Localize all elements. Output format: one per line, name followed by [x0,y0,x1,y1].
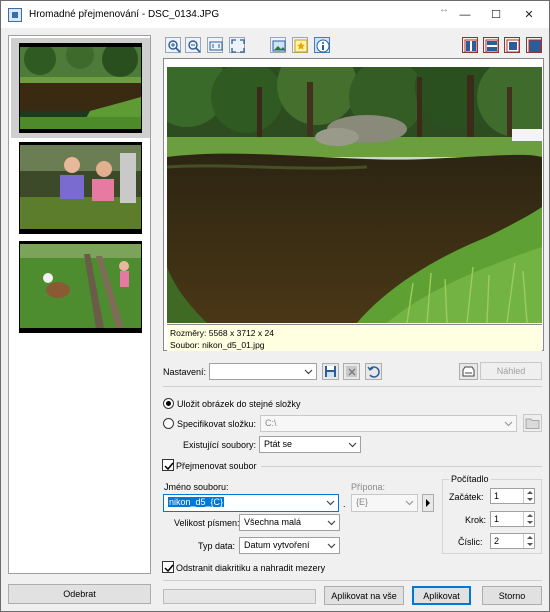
apply-button[interactable]: Aplikovat [412,586,471,605]
counter-step-label: Krok: [465,515,487,525]
counter-start-input[interactable]: 1 [490,488,535,504]
minimize-button[interactable]: — [448,1,482,28]
image-icon[interactable] [270,37,286,53]
rename-file-label[interactable]: Přejmenovat soubor [176,461,257,471]
delete-settings-icon[interactable] [343,363,360,380]
image-preview: Rozměry: 5568 x 3712 x 24 Soubor: nikon_… [163,58,544,351]
rename-file-checkbox[interactable] [162,459,174,471]
cancel-button[interactable]: Storno [482,586,542,605]
counter-start-value: 1 [494,491,500,501]
case-select-value: Všechna malá [244,517,302,527]
preview-toggle-icon[interactable] [459,363,478,380]
checkmark-icon [164,462,174,471]
filename-input-value: nikon_d5_{C} [168,497,225,507]
case-label: Velikost písmen: [174,518,240,528]
chevron-down-icon [327,520,336,526]
divider [163,386,542,387]
existing-files-label: Existující soubory: [183,440,257,450]
spin-arrows-icon[interactable] [523,512,534,526]
zoom-in-icon[interactable] [165,37,181,53]
thumb-girls-image [20,145,141,229]
image-info-box: Rozměry: 5568 x 3712 x 24 Soubor: nikon_… [167,324,542,351]
specify-folder-radio[interactable] [163,418,174,429]
zoom-out-icon[interactable] [185,37,201,53]
window-title: Hromadné přejmenování - DSC_0134.JPG [29,9,220,20]
browse-folder-icon[interactable] [523,414,542,432]
image-dimensions-text: Rozměry: 5568 x 3712 x 24 [170,328,274,338]
reset-settings-icon[interactable] [365,363,382,380]
close-button[interactable]: ✕ [512,1,546,28]
chevron-down-icon [348,442,357,448]
counter-step-value: 1 [494,514,500,524]
layout-rows-icon[interactable] [483,37,499,53]
preview-button[interactable]: Náhled [480,362,542,380]
extension-input-value: {E} [356,497,369,507]
remove-diacritics-checkbox[interactable] [162,561,174,573]
chevron-down-icon [304,369,313,375]
remove-diacritics-label[interactable]: Odstranit diakritiku a nahradit mezery [176,563,325,573]
rename-window: Hromadné přejmenování - DSC_0134.JPG ↔ —… [0,0,550,612]
app-icon [8,7,22,22]
thumb-pond-image [20,47,141,129]
apply-all-button[interactable]: Aplikovat na vše [324,586,404,605]
extension-input[interactable]: {E} [351,494,418,512]
case-select[interactable]: Všechna malá [239,514,340,531]
chevron-down-icon [504,421,513,427]
chevron-down-icon [405,500,414,506]
spin-arrows-icon[interactable] [523,489,534,503]
image-file-text: Soubor: nikon_d5_01.jpg [170,340,265,350]
settings-label: Nastavení: [163,367,207,377]
preview-photo [167,67,542,323]
counter-digits-label: Číslic: [458,537,483,547]
actual-size-icon[interactable] [207,37,223,53]
save-same-folder-label[interactable]: Uložit obrázek do stejné složky [177,399,301,409]
date-type-select-value: Datum vytvoření [244,540,310,550]
thumbnail-list[interactable] [8,35,151,574]
divider [163,580,542,581]
settings-select[interactable] [209,363,317,380]
extension-label: Přípona: [351,482,386,492]
counter-digits-input[interactable]: 2 [490,533,535,549]
date-type-select[interactable]: Datum vytvoření [239,537,340,554]
remove-button[interactable]: Odebrat [8,584,151,604]
divider [261,466,542,467]
info-icon[interactable] [314,37,330,53]
filename-input[interactable]: nikon_d5_{C} [163,494,339,512]
checkmark-icon [164,564,174,573]
fit-window-icon[interactable] [229,37,245,53]
layout-columns-icon[interactable] [462,37,478,53]
save-settings-icon[interactable] [322,363,339,380]
counter-start-label: Začátek: [449,492,484,502]
star-icon[interactable] [292,37,308,53]
counter-title: Počítadlo [449,474,491,484]
existing-files-value: Ptát se [264,439,293,449]
insert-tag-icon[interactable] [422,494,434,512]
thumbnail-item[interactable] [19,241,142,333]
extension-dot: . [343,499,346,509]
layout-single-icon[interactable] [504,37,520,53]
chevron-down-icon [327,543,336,549]
existing-files-select[interactable]: Ptát se [259,436,361,453]
thumb-dog-image [20,244,141,328]
thumbnail-item[interactable] [19,142,142,234]
folder-select[interactable]: C:\ [260,415,517,432]
chevron-down-icon [326,500,335,506]
counter-digits-value: 2 [494,536,500,546]
folder-select-value: C:\ [265,418,277,428]
counter-step-input[interactable]: 1 [490,511,535,527]
filename-label: Jméno souboru: [164,482,229,492]
thumbnail-item-selected[interactable] [11,38,150,138]
spin-arrows-icon[interactable] [523,534,534,548]
layout-fullscreen-icon[interactable] [526,37,542,53]
maximize-button[interactable]: ☐ [479,1,513,28]
progress-bar [163,589,316,604]
date-type-label: Typ data: [198,541,236,551]
save-same-folder-radio[interactable] [163,398,174,409]
specify-folder-label[interactable]: Specifikovat složku: [177,419,256,429]
